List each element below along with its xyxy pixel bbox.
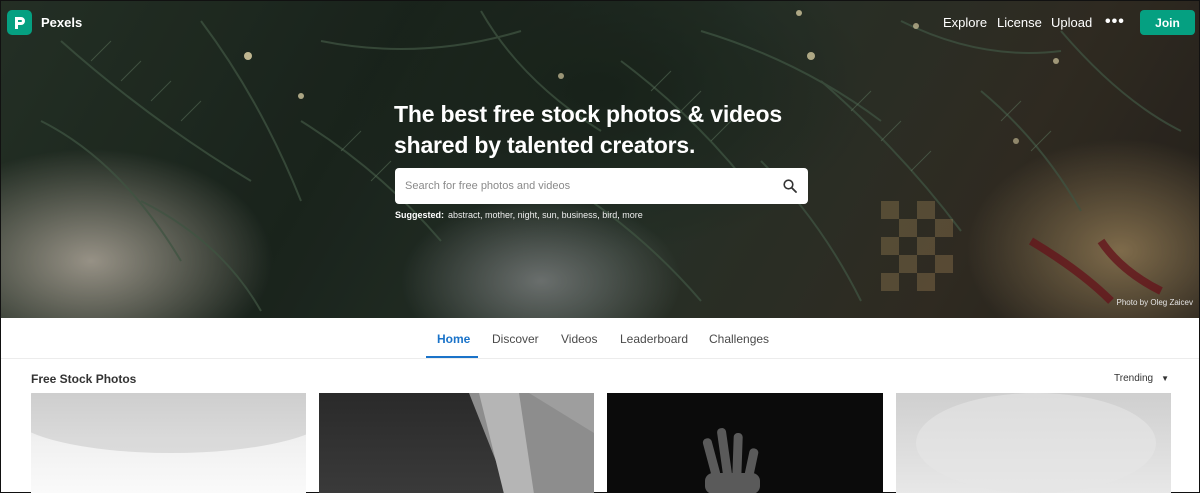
active-tab-indicator <box>426 356 478 358</box>
tab-leaderboard[interactable]: Leaderboard <box>620 332 688 346</box>
main-tabs: Home Discover Videos Leaderboard Challen… <box>1 319 1199 359</box>
nav-license-link[interactable]: License <box>997 15 1042 30</box>
suggested-item[interactable]: sun <box>542 210 557 220</box>
suggested-more-link[interactable]: more <box>622 210 643 220</box>
photo-tile[interactable] <box>319 393 594 493</box>
search-bar[interactable] <box>395 168 808 204</box>
tab-videos[interactable]: Videos <box>561 332 597 346</box>
photo-credit-link[interactable]: Photo by Oleg Zaicev <box>1117 298 1193 307</box>
photo-tile[interactable] <box>607 393 883 493</box>
caret-down-icon: ▼ <box>1161 374 1170 383</box>
section-title: Free Stock Photos <box>31 372 137 386</box>
sort-dropdown[interactable]: Trending ▼ <box>1114 373 1169 384</box>
photo-tile[interactable] <box>31 393 306 493</box>
hero-banner: Pexels Explore License Upload ••• Join T… <box>1 1 1199 318</box>
headline-line-1: The best free stock photos & videos <box>394 101 782 127</box>
suggested-item[interactable]: bird <box>602 210 617 220</box>
photo-image <box>916 393 1156 493</box>
nav-upload-link[interactable]: Upload <box>1051 15 1092 30</box>
suggested-item[interactable]: abstract <box>448 210 480 220</box>
photo-image <box>702 428 760 493</box>
photo-image <box>469 393 594 493</box>
suggested-searches: Suggested: abstract, mother, night, sun, … <box>395 210 643 220</box>
logo-text[interactable]: Pexels <box>41 15 82 30</box>
suggested-item[interactable]: night <box>518 210 538 220</box>
join-button[interactable]: Join <box>1140 10 1195 35</box>
search-input[interactable] <box>405 168 765 204</box>
tab-discover[interactable]: Discover <box>492 332 539 346</box>
search-icon[interactable] <box>783 179 797 193</box>
nav-explore-link[interactable]: Explore <box>943 15 987 30</box>
more-menu-icon[interactable]: ••• <box>1105 13 1125 31</box>
pexels-logo-icon[interactable] <box>7 10 32 35</box>
suggested-item[interactable]: mother <box>485 210 513 220</box>
tab-challenges[interactable]: Challenges <box>709 332 769 346</box>
tab-home[interactable]: Home <box>437 332 470 346</box>
suggested-item[interactable]: business <box>562 210 598 220</box>
photo-tile[interactable] <box>896 393 1171 493</box>
sort-label: Trending <box>1114 373 1154 384</box>
suggested-label: Suggested: <box>395 210 445 220</box>
photo-image <box>31 393 306 453</box>
headline-line-2: shared by talented creators. <box>394 132 696 158</box>
hero-headline: The best free stock photos & videos shar… <box>394 99 814 161</box>
